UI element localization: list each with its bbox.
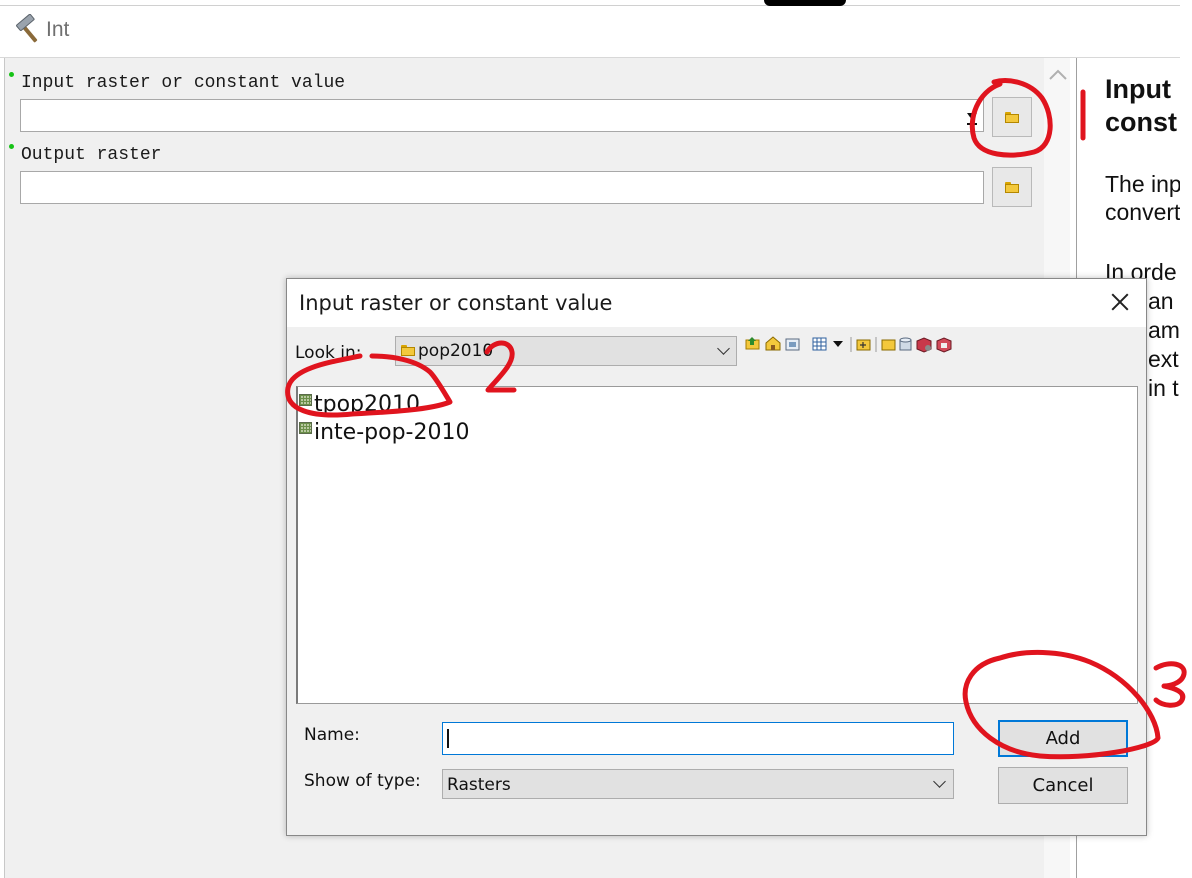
new-folder-icon[interactable] (856, 339, 871, 351)
input-raster-label: Input raster or constant value (21, 73, 346, 93)
help-text-line: convert (1105, 199, 1180, 225)
geodatabase-icon[interactable] (916, 337, 932, 353)
help-text-line: ext (1148, 346, 1179, 372)
help-text-line: in t (1148, 375, 1179, 401)
list-item-label: tpop2010 (314, 392, 421, 417)
folder-open-icon (1005, 111, 1019, 123)
name-input[interactable] (442, 722, 954, 755)
add-data-dialog: Input raster or constant value Look in: … (286, 278, 1147, 836)
home-icon[interactable] (765, 336, 781, 351)
tool-title: Int (46, 18, 70, 41)
file-list[interactable]: tpop2010 inte-pop-2010 (296, 386, 1138, 704)
look-in-dropdown[interactable]: pop2010 (395, 336, 737, 366)
chevron-down-icon (933, 775, 946, 788)
input-browse-button[interactable] (992, 97, 1032, 137)
dialog-toolbar (745, 336, 952, 353)
tool-titlebar (0, 0, 1180, 58)
dialog-title: Input raster or constant value (299, 291, 613, 315)
output-raster-label: Output raster (21, 145, 162, 165)
help-text-line: ame (1148, 317, 1180, 343)
required-indicator (9, 144, 14, 149)
type-dropdown[interactable]: Rasters (442, 769, 954, 799)
required-indicator (9, 72, 14, 77)
name-label: Name: (304, 725, 360, 745)
look-in-label: Look in: (295, 343, 362, 363)
raster-dataset-icon (299, 422, 312, 434)
close-icon[interactable] (1105, 287, 1135, 317)
help-title-line: const (1105, 107, 1178, 137)
raster-dataset-icon (299, 394, 312, 406)
look-in-value: pop2010 (418, 341, 494, 361)
cancel-button[interactable]: Cancel (998, 767, 1128, 804)
folder-open-icon (1005, 181, 1019, 193)
dropdown-arrow-icon[interactable] (965, 110, 979, 128)
hammer-icon (16, 14, 38, 43)
view-menu-arrow-icon[interactable] (833, 341, 843, 347)
help-text-line: an i (1148, 288, 1180, 314)
top-border (0, 5, 1180, 6)
chevron-down-icon (717, 342, 730, 355)
input-raster-combo[interactable] (20, 99, 984, 132)
show-of-type-label: Show of type: (304, 771, 421, 791)
help-title-line: Input (1105, 74, 1171, 104)
window-notch (764, 0, 846, 6)
feature-dataset-icon[interactable] (936, 337, 952, 353)
text-cursor (447, 729, 449, 748)
connect-folder-icon[interactable] (785, 338, 800, 351)
add-button[interactable]: Add (998, 720, 1128, 757)
output-raster-field[interactable] (20, 171, 984, 204)
output-browse-button[interactable] (992, 167, 1032, 207)
view-list-icon[interactable] (812, 337, 827, 351)
folder-icon[interactable] (881, 339, 896, 351)
help-text-line: The inp (1105, 171, 1180, 197)
up-one-level-icon[interactable] (745, 337, 760, 350)
database-icon[interactable] (899, 337, 912, 351)
scroll-up-icon[interactable] (1048, 68, 1068, 82)
list-item-label: inte-pop-2010 (314, 420, 470, 445)
type-dropdown-value: Rasters (447, 775, 511, 795)
